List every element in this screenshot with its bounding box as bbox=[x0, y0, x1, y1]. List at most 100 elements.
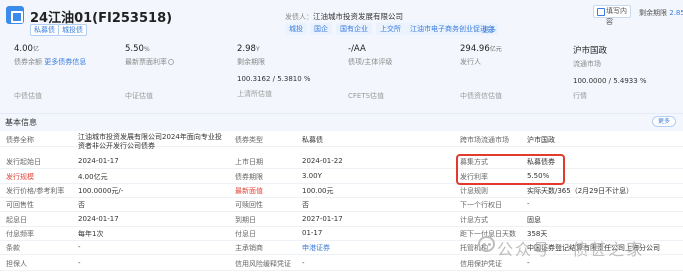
field-value: 私募债 bbox=[302, 136, 323, 144]
issuer-label: 发债人： bbox=[285, 13, 313, 21]
field-label: 上市日期 bbox=[235, 158, 263, 166]
metric-value: 沪市国政 bbox=[573, 46, 608, 56]
metric-value: 4.00 bbox=[14, 44, 33, 54]
metric-issuer-scale: 294.96亿元 发行人 中债资信估值 bbox=[460, 44, 502, 101]
metric-market: 沪市国政 流通市场 100.0000 / 5.4933 % 行情 bbox=[573, 44, 647, 101]
metric-label: 债券余额 bbox=[14, 58, 42, 66]
tag-private-bond[interactable]: 私募债 bbox=[30, 24, 59, 36]
metric-unit: 亿元 bbox=[489, 46, 502, 53]
field-value: - bbox=[78, 259, 81, 267]
field-value: 01-17 bbox=[302, 229, 323, 237]
valuation-value: 100.3162 / 5.3810 % bbox=[237, 75, 311, 83]
section-header bbox=[0, 113, 683, 131]
field-value: - bbox=[78, 243, 81, 251]
issuer-tags-more-link[interactable]: 更多 bbox=[482, 25, 496, 35]
field-value: 2027-01-17 bbox=[302, 215, 343, 223]
duration-value: 2.85 bbox=[669, 9, 683, 17]
field-label: 债券类型 bbox=[235, 136, 263, 144]
wechat-icon bbox=[478, 236, 495, 252]
field-value: 固息 bbox=[527, 216, 541, 224]
field-value: 沪市国政 bbox=[527, 136, 555, 144]
valuation-source[interactable]: CFETS估值 bbox=[348, 91, 392, 101]
issuer-tag[interactable]: 上交所 bbox=[376, 23, 405, 35]
metric-value: 294.96 bbox=[460, 44, 490, 54]
field-value: - bbox=[527, 200, 530, 208]
valuation-source[interactable]: 上清所估值 bbox=[237, 89, 311, 99]
field-label: 付息日 bbox=[235, 230, 256, 238]
field-label: 发行价格/参考利率 bbox=[6, 187, 65, 195]
field-value[interactable]: 申港证券 bbox=[302, 243, 330, 253]
section-title: 基本信息 bbox=[5, 118, 37, 127]
valuation-source[interactable]: 中证估值 bbox=[125, 91, 174, 101]
more-button[interactable]: 更多 bbox=[652, 116, 676, 127]
field-label: 到期日 bbox=[235, 216, 256, 224]
metric-unit: Y bbox=[255, 46, 260, 53]
field-label: 信用保护凭证 bbox=[460, 260, 502, 268]
metric-balance: 4.00亿 债券余额 更多债券信息 中债估值 bbox=[14, 44, 86, 101]
field-label: 可赎回性 bbox=[235, 201, 263, 209]
duration-label: 剩余期限 bbox=[639, 9, 667, 17]
metric-unit: 亿 bbox=[32, 46, 39, 53]
watch-button[interactable]: 填写内容 bbox=[593, 5, 631, 26]
field-label: 发行起始日 bbox=[6, 158, 41, 166]
field-label: 发行规模 bbox=[6, 173, 34, 181]
metric-value: -/AA bbox=[348, 44, 366, 54]
row-divider bbox=[0, 183, 683, 184]
valuation-source[interactable]: 中债估值 bbox=[14, 91, 86, 101]
bond-icon bbox=[6, 6, 24, 24]
valuation-value: 100.0000 / 5.4933 % bbox=[573, 77, 647, 85]
duration-readout: 剩余期限 2.85 bbox=[639, 8, 683, 18]
field-label: 主承销商 bbox=[235, 244, 263, 252]
highlight-box bbox=[456, 154, 565, 185]
metric-link[interactable]: 更多债券信息 bbox=[44, 58, 86, 66]
field-value: 江油城市投资发展有限公司2024年面向专业投资者非公开发行公司债券 bbox=[78, 133, 222, 150]
issuer-tag[interactable]: 城投 bbox=[285, 23, 307, 35]
field-label: 下一个行权日 bbox=[460, 201, 502, 209]
field-value: 100.0000元/- bbox=[78, 187, 124, 195]
metric-label: 流通市场 bbox=[573, 60, 601, 68]
field-label: 跨市场流通市场 bbox=[460, 136, 509, 144]
field-label: 债券期限 bbox=[235, 173, 263, 181]
field-label: 担保人 bbox=[6, 260, 27, 268]
metric-label: 债项/主体评级 bbox=[348, 58, 393, 66]
issuer-tag[interactable]: 国有企业 bbox=[336, 23, 372, 35]
metric-coupon: 5.50% 最新票面利率 中证估值 bbox=[125, 44, 174, 101]
field-label: 条款 bbox=[6, 244, 20, 252]
field-value: 否 bbox=[302, 201, 309, 209]
tag-urban-investment[interactable]: 城投债 bbox=[58, 24, 87, 36]
metric-value: 5.50 bbox=[125, 44, 144, 54]
field-value: 否 bbox=[78, 201, 85, 209]
metric-rating: -/AA 债项/主体评级 CFETS估值 bbox=[348, 44, 392, 101]
field-label: 可回售性 bbox=[6, 201, 34, 209]
issuer-tag[interactable]: 国企 bbox=[310, 23, 332, 35]
metric-unit: % bbox=[143, 46, 150, 53]
issuer-name-link[interactable]: 江油城市投资发展有限公司 bbox=[313, 11, 403, 22]
metric-term: 2.98Y 剩余期限 100.3162 / 5.3810 % 上清所估值 bbox=[237, 44, 311, 99]
row-divider bbox=[0, 168, 683, 169]
row-divider bbox=[0, 270, 683, 271]
metric-label: 剩余期限 bbox=[237, 58, 265, 66]
watermark: 公众号 · 债甚之家 bbox=[497, 240, 645, 259]
field-label: 最新面值 bbox=[235, 187, 263, 195]
help-icon[interactable] bbox=[168, 59, 174, 65]
metric-value: 2.98 bbox=[237, 44, 256, 54]
field-label: 计息规则 bbox=[460, 187, 488, 195]
field-value: 2024-01-17 bbox=[78, 157, 119, 165]
metric-label: 发行人 bbox=[460, 58, 481, 66]
valuation-source[interactable]: 行情 bbox=[573, 91, 647, 101]
field-value: 3.00Y bbox=[302, 172, 322, 180]
field-value: 2024-01-22 bbox=[302, 157, 343, 165]
field-value: - bbox=[527, 259, 530, 267]
field-value: 2024-01-17 bbox=[78, 215, 119, 223]
row-divider bbox=[0, 211, 683, 212]
field-value: - bbox=[302, 259, 305, 267]
row-divider bbox=[0, 197, 683, 198]
row-divider bbox=[0, 226, 683, 227]
field-label: 付息频率 bbox=[6, 230, 34, 238]
field-value: 每年1次 bbox=[78, 230, 104, 238]
field-value: 100.00元 bbox=[302, 187, 334, 195]
metric-label: 最新票面利率 bbox=[125, 58, 167, 66]
field-value: 4.00亿元 bbox=[78, 173, 108, 181]
field-label: 起息日 bbox=[6, 216, 27, 224]
valuation-source[interactable]: 中债资信估值 bbox=[460, 91, 502, 101]
